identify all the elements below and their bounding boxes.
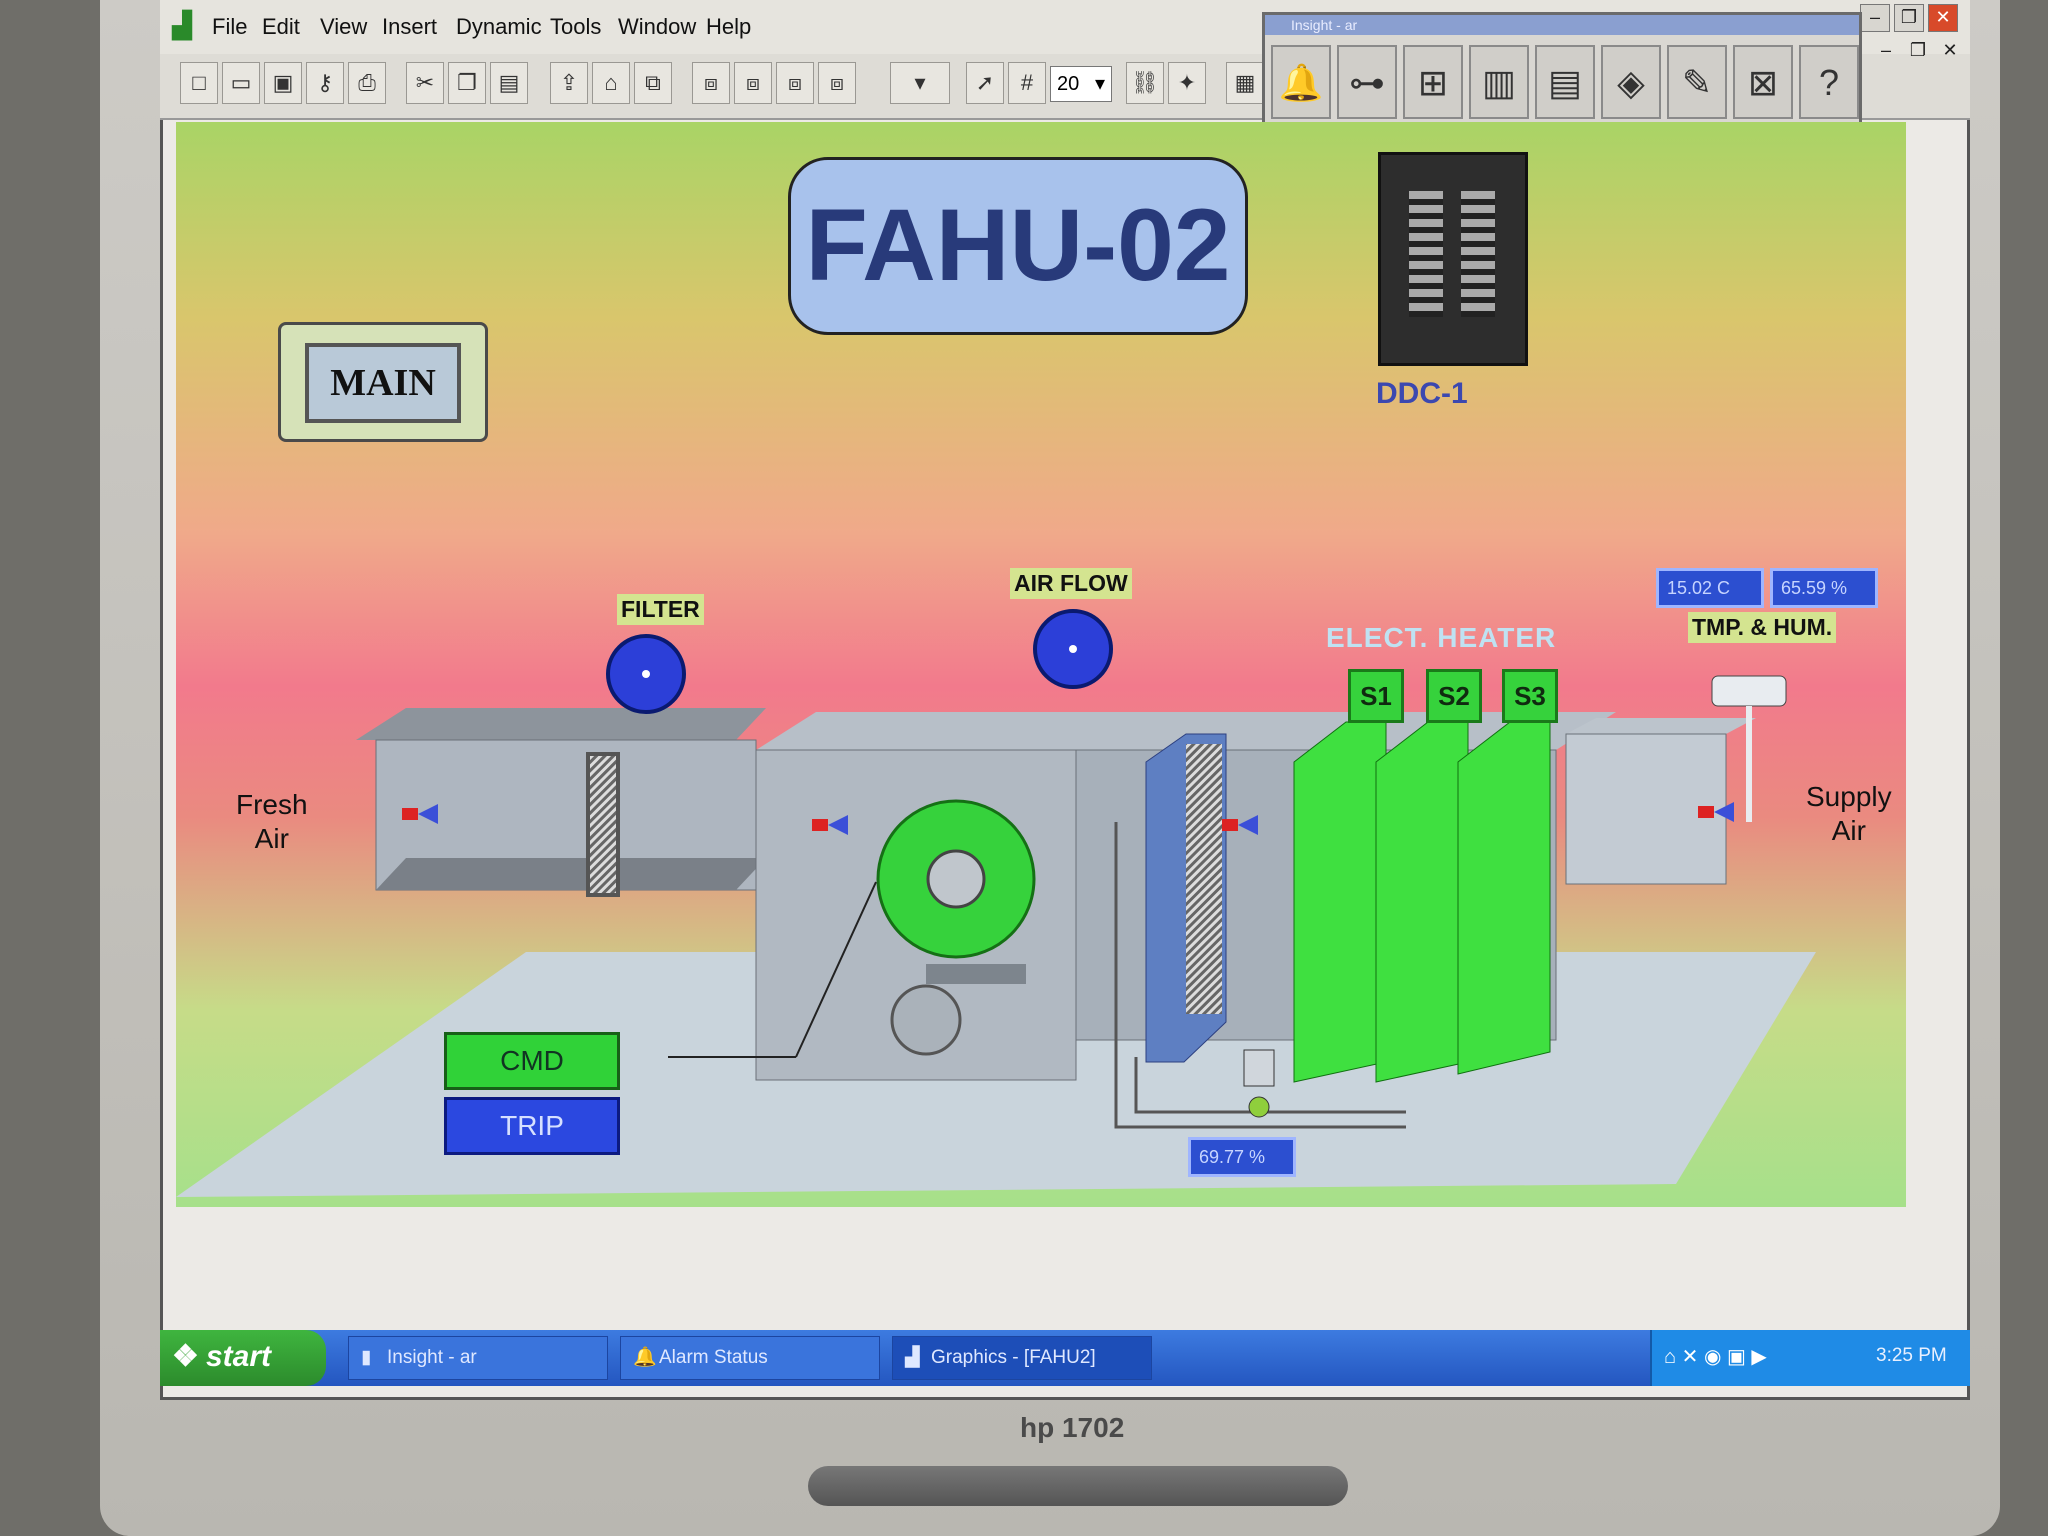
save-icon[interactable]: ▣ — [264, 62, 302, 104]
heater-stage-1-button[interactable]: S1 — [1348, 669, 1404, 723]
supply-air-label: Supply Air — [1806, 780, 1892, 848]
temp-hum-sensor-icon — [1711, 675, 1787, 707]
key-icon[interactable]: ⚷ — [306, 62, 344, 104]
paste-icon[interactable]: ▤ — [490, 62, 528, 104]
menu-file[interactable]: File — [212, 14, 247, 40]
temperature-value[interactable]: 15.02 C — [1656, 568, 1764, 608]
trend-icon[interactable]: ◈ — [1601, 45, 1661, 119]
screen: ▟ File Edit View Insert Dynamic Tools Wi… — [160, 0, 1970, 1400]
fresh-air-duct-top — [356, 708, 766, 740]
home-icon[interactable]: ⌂ — [592, 62, 630, 104]
heater-stage-1 — [1293, 721, 1387, 1083]
heater-stage-3 — [1457, 721, 1551, 1075]
menu-insert[interactable]: Insert — [382, 14, 437, 40]
system-profile-icon[interactable]: ⊞ — [1403, 45, 1463, 119]
zoom-select[interactable]: 20 ▾ — [1050, 66, 1112, 102]
close-window-icon[interactable]: ✕ — [1928, 4, 1958, 32]
task-graphics-label: Graphics - [FAHU2] — [931, 1347, 1096, 1368]
menu-edit[interactable]: Edit — [262, 14, 300, 40]
alarm-bells-icon[interactable]: 🔔 — [1271, 45, 1331, 119]
heater-label: ELECT. HEATER — [1326, 622, 1557, 653]
help-icon[interactable]: ? — [1799, 45, 1859, 119]
airflow-label: AIR FLOW — [1010, 568, 1132, 599]
graphics-icon: ▟ — [905, 1347, 920, 1368]
heater-stage-3-button[interactable]: S3 — [1502, 669, 1558, 723]
heater-stage-2 — [1375, 721, 1469, 1083]
menu-dynamic[interactable]: Dynamic — [456, 14, 542, 40]
task-alarm-status[interactable]: 🔔 Alarm Status — [620, 1336, 880, 1380]
close-document-icon[interactable]: ✕ — [1936, 38, 1964, 64]
control-valve-actuator — [1243, 1049, 1275, 1087]
zoom-value: 20 — [1057, 73, 1080, 95]
link-icon[interactable]: ⛓ — [1126, 62, 1164, 104]
layer-dropdown[interactable]: ▾ — [890, 62, 950, 104]
align-bottom-icon[interactable]: ⧈ — [818, 62, 856, 104]
trip-status[interactable]: TRIP — [444, 1097, 620, 1155]
cmd-button[interactable]: CMD — [444, 1032, 620, 1090]
align-right-icon[interactable]: ⧈ — [734, 62, 772, 104]
monitor-buttons[interactable] — [808, 1466, 1348, 1506]
task-alarm-status-label: Alarm Status — [659, 1347, 768, 1368]
report-builder-icon[interactable]: ✎ — [1667, 45, 1727, 119]
menu-view[interactable]: View — [320, 14, 367, 40]
task-graphics[interactable]: ▟ Graphics - [FAHU2] — [892, 1336, 1152, 1380]
dynamic-icon[interactable]: ✦ — [1168, 62, 1206, 104]
insight-toolbar: Insight - ar 🔔 ⊶ ⊞ ▥ ▤ ◈ ✎ ⊠ ? — [1262, 12, 1862, 130]
ahu-diagram — [176, 609, 1816, 1197]
app-icon: ▟ — [172, 10, 192, 40]
system-tray: ⌂ ✕ ◉ ▣ ▶ 3:25 PM — [1650, 1330, 1970, 1386]
menu-tools[interactable]: Tools — [550, 14, 601, 40]
task-insight-label: Insight - ar — [387, 1347, 477, 1368]
start-label: start — [206, 1340, 272, 1373]
graphic-canvas: FAHU-02 MAIN DDC-1 FILTER AIR FLOW ELECT… — [176, 122, 1906, 1207]
monitor-brand: hp 1702 — [1020, 1412, 1125, 1443]
scheduler-icon[interactable]: ▤ — [1535, 45, 1595, 119]
windows-logo-icon: ❖ — [172, 1340, 199, 1373]
print-icon[interactable]: ⎙ — [348, 62, 386, 104]
network-icon[interactable]: ⊠ — [1733, 45, 1793, 119]
minimize-document-icon[interactable]: – — [1872, 38, 1900, 64]
supply-air-label-line1: Supply — [1806, 781, 1892, 812]
select-pointer-icon[interactable]: ➚ — [966, 62, 1004, 104]
insight-toolbar-title[interactable]: Insight - ar — [1265, 15, 1859, 35]
minimize-window-icon[interactable]: – — [1860, 4, 1890, 32]
menu-window[interactable]: Window — [618, 14, 696, 40]
cut-icon[interactable]: ✂ — [406, 62, 444, 104]
navigate-up-icon[interactable]: ⇪ — [550, 62, 588, 104]
chevron-down-icon: ▾ — [1094, 73, 1105, 95]
start-button[interactable]: ❖ start — [160, 1330, 326, 1386]
graphics-buildings-icon[interactable]: ▥ — [1469, 45, 1529, 119]
heater-stage-2-button[interactable]: S2 — [1426, 669, 1482, 723]
restore-document-icon[interactable]: ❐ — [1904, 38, 1932, 64]
align-left-icon[interactable]: ⧈ — [692, 62, 730, 104]
restore-window-icon[interactable]: ❐ — [1894, 4, 1924, 32]
supply-air-label-line2: Air — [1831, 815, 1866, 846]
humidity-value[interactable]: 65.59 % — [1770, 568, 1878, 608]
properties-icon[interactable]: ▦ — [1226, 62, 1264, 104]
new-file-icon[interactable]: □ — [180, 62, 218, 104]
valve-position-value[interactable]: 69.77 % — [1188, 1137, 1296, 1177]
layers-icon[interactable]: ⧉ — [634, 62, 672, 104]
fresh-air-label-line2: Air — [254, 823, 289, 854]
align-top-icon[interactable]: ⧈ — [776, 62, 814, 104]
temp-hum-label: TMP. & HUM. — [1688, 612, 1837, 643]
point-editor-icon[interactable]: ⊶ — [1337, 45, 1397, 119]
menu-help[interactable]: Help — [706, 14, 751, 40]
fresh-air-label-line1: Fresh — [236, 789, 308, 820]
fresh-air-label: Fresh Air — [236, 788, 308, 856]
copy-icon[interactable]: ❐ — [448, 62, 486, 104]
clock[interactable]: 3:25 PM — [1876, 1345, 1947, 1367]
open-folder-icon[interactable]: ▭ — [222, 62, 260, 104]
insight-icon: ▮ — [361, 1347, 372, 1368]
grid-icon[interactable]: # — [1008, 62, 1046, 104]
fan-motor — [890, 984, 962, 1056]
taskbar: ❖ start ▮ Insight - ar 🔔 Alarm Status ▟ … — [160, 1330, 1970, 1386]
tray-icons[interactable]: ⌂ ✕ ◉ ▣ ▶ — [1664, 1344, 1767, 1369]
bell-icon: 🔔 — [633, 1347, 657, 1368]
task-insight[interactable]: ▮ Insight - ar — [348, 1336, 608, 1380]
filter-label: FILTER — [617, 594, 704, 625]
